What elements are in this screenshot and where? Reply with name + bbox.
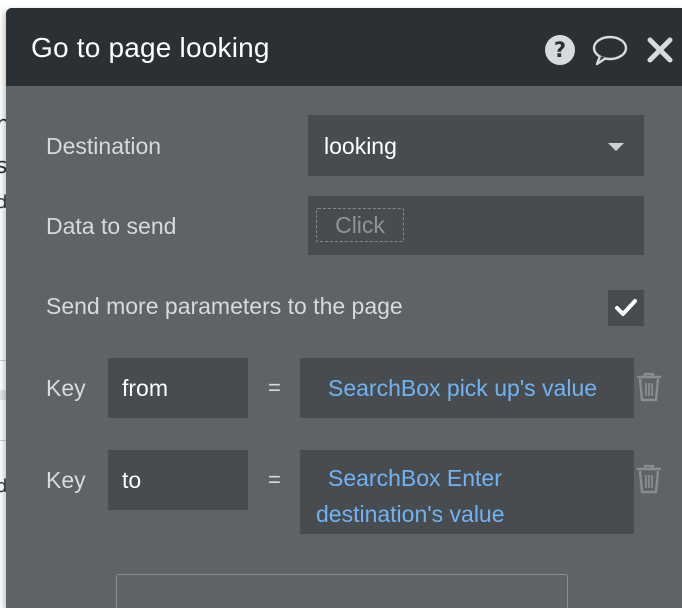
equals-sign: = <box>268 467 281 492</box>
param-value-field[interactable]: SearchBox Enter destination's value <box>300 450 634 534</box>
send-more-parameters-checkbox[interactable] <box>608 290 644 326</box>
dialog-header[interactable]: Go to page looking ? <box>6 8 682 86</box>
svg-text:?: ? <box>554 38 566 62</box>
param-key-input[interactable]: from <box>108 358 248 418</box>
bottom-action-button[interactable] <box>116 574 568 608</box>
destination-label: Destination <box>46 133 162 159</box>
param-key-value: from <box>122 375 168 401</box>
go-to-page-dialog: Go to page looking ? Destination looking… <box>6 8 682 608</box>
param-dynamic-value[interactable]: SearchBox pick up's value <box>328 370 618 406</box>
destination-dropdown[interactable]: looking <box>308 115 644 176</box>
dialog-title: Go to page looking <box>31 32 270 63</box>
send-more-parameters-label: Send more parameters to the page <box>46 293 403 319</box>
param-key-input[interactable]: to <box>108 450 248 510</box>
param-value-field[interactable]: SearchBox pick up's value <box>300 358 634 418</box>
param-key-value: to <box>122 467 142 493</box>
destination-value: looking <box>324 133 397 159</box>
chevron-down-icon <box>608 143 624 151</box>
comment-icon[interactable] <box>592 32 628 68</box>
click-placeholder-chip[interactable]: Click <box>316 208 404 242</box>
data-to-send-field[interactable]: Click <box>308 196 644 255</box>
data-to-send-label: Data to send <box>46 213 177 239</box>
param-key-label: Key <box>46 375 86 401</box>
param-dynamic-value[interactable]: SearchBox Enter destination's value <box>316 460 574 532</box>
trash-icon[interactable] <box>636 372 662 402</box>
equals-sign: = <box>268 375 281 400</box>
help-icon[interactable]: ? <box>542 32 578 68</box>
close-icon[interactable] <box>642 32 678 68</box>
trash-icon[interactable] <box>636 464 662 494</box>
param-key-label: Key <box>46 467 86 493</box>
checkmark-icon <box>615 299 637 316</box>
